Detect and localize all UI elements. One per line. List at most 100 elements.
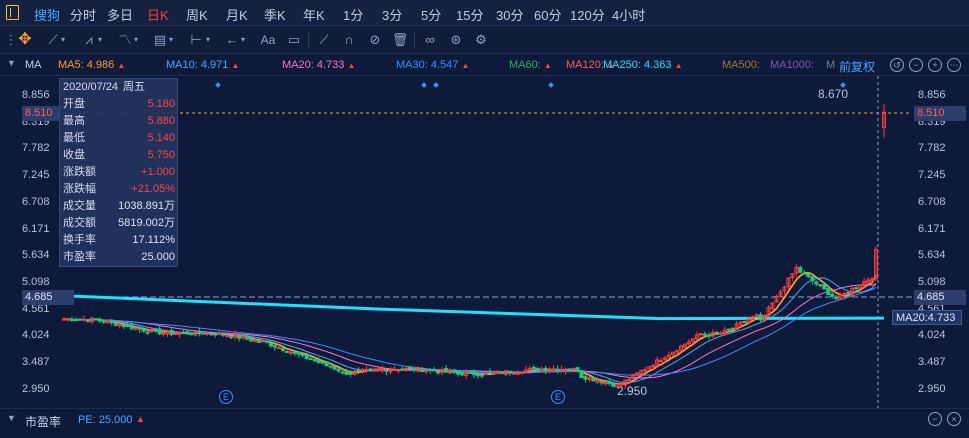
candle-body xyxy=(97,318,102,322)
event-dot xyxy=(433,82,439,88)
tab-120min[interactable]: 120分 xyxy=(570,5,605,24)
tab-timeshare[interactable]: 分时 xyxy=(70,5,96,24)
channel-dropdown-icon[interactable]: ▾ xyxy=(95,31,105,49)
candle-body xyxy=(499,371,504,375)
ma-value-8: MA1000: xyxy=(770,59,815,71)
candle-body xyxy=(213,333,218,336)
candle-body xyxy=(543,367,548,372)
hide-drawings-icon[interactable]: ⊘ xyxy=(366,31,384,49)
ohlc-info-panel: 2020/07/24 周五 开盘 5.180 最高 5.880 最低 5.140 收盘 5.7… xyxy=(59,78,178,267)
ruler-tool-icon[interactable]: ⟋ xyxy=(315,31,333,49)
ma-value-4: MA60: ▲ xyxy=(509,59,552,71)
range-dropdown-icon[interactable]: ▾ xyxy=(203,31,213,49)
info-key: 市盈率 xyxy=(63,251,96,263)
more-options-icon[interactable]: ⋯ xyxy=(947,58,961,72)
zoom-in-icon[interactable]: + xyxy=(928,58,942,72)
axis-tick-label: 5.098 xyxy=(22,275,50,288)
tab-5min[interactable]: 5分 xyxy=(421,5,441,24)
candle-body xyxy=(408,366,413,369)
tab-yearly-k[interactable]: 年K xyxy=(303,5,325,24)
tab-3min[interactable]: 3分 xyxy=(382,5,402,24)
tab-4hour[interactable]: 4小时 xyxy=(612,5,645,24)
axis-tick-label: 5.634 xyxy=(22,249,50,262)
adjust-mode-button[interactable]: 前复权 xyxy=(839,58,875,75)
tab-weekly-k[interactable]: 周K xyxy=(186,5,208,24)
candle-body xyxy=(157,328,162,335)
candle-body xyxy=(225,335,230,338)
candle-body xyxy=(201,332,206,335)
fibonacci-dropdown-icon[interactable]: ▾ xyxy=(166,31,176,49)
magnet-icon[interactable]: ∩ xyxy=(340,31,358,49)
indicator-name[interactable]: MA xyxy=(25,59,42,71)
candle-body xyxy=(109,321,114,324)
move-cursor-icon[interactable]: ✥ xyxy=(16,31,34,49)
sync-icon[interactable]: ⊛ xyxy=(447,31,465,49)
candle-body xyxy=(221,333,226,336)
settings-gear-icon[interactable]: ⚙ xyxy=(472,31,490,49)
candlestick-series xyxy=(62,104,886,389)
candle-body xyxy=(806,273,811,278)
candle-body xyxy=(511,372,516,375)
comment-tool-icon[interactable]: ▭ xyxy=(285,31,303,49)
zoom-out-icon[interactable]: − xyxy=(909,58,923,72)
info-row: 换手率 17.112% xyxy=(63,232,175,249)
collapse-chevron-icon[interactable]: ▼ xyxy=(7,58,16,68)
candle-body xyxy=(288,351,293,354)
candle-body xyxy=(400,368,405,371)
reset-icon[interactable]: ↺ xyxy=(890,58,904,72)
candle-body xyxy=(141,329,146,332)
collapse-chevron-icon[interactable]: ▼ xyxy=(7,413,16,423)
panel-toggle-icon[interactable] xyxy=(6,5,19,20)
candle-body xyxy=(714,331,719,334)
pe-indicator-name[interactable]: 市盈率 xyxy=(25,413,61,430)
candle-body xyxy=(507,370,512,374)
tab-monthly-k[interactable]: 月K xyxy=(226,5,248,24)
candle-body xyxy=(436,371,441,374)
candle-body xyxy=(332,366,337,370)
candle-body xyxy=(169,329,174,335)
axis-tick-label: 2.950 xyxy=(22,382,50,395)
tab-1min[interactable]: 1分 xyxy=(343,5,363,24)
candle-body xyxy=(344,371,349,375)
axis-tick-label: 6.171 xyxy=(918,222,946,235)
text-tool-icon[interactable]: Aa xyxy=(259,31,277,49)
candle-body xyxy=(316,359,321,364)
info-key: 换手率 xyxy=(63,234,96,246)
zoom-out-icon[interactable]: − xyxy=(928,412,942,426)
tab-quarterly-k[interactable]: 季K xyxy=(264,5,286,24)
tab-daily-k[interactable]: 日K xyxy=(147,5,169,24)
delete-icon[interactable]: 🗑 xyxy=(391,31,409,49)
candle-body xyxy=(145,331,150,334)
line-dropdown-icon[interactable]: ▾ xyxy=(58,31,68,49)
info-value: 1038.891万 xyxy=(118,200,175,212)
brand-label[interactable]: 搜狗 xyxy=(34,5,60,24)
candle-body xyxy=(85,319,90,322)
tab-15min[interactable]: 15分 xyxy=(456,5,483,24)
tab-60min[interactable]: 60分 xyxy=(534,5,561,24)
axis-tick-label: 4.024 xyxy=(918,329,946,342)
kline-chart-area[interactable]: 8.856 8.319 7.782 7.245 6.708 6.171 5.634 5.098… xyxy=(0,76,969,408)
candle-body xyxy=(563,369,568,372)
event-marker-icon[interactable]: E xyxy=(219,390,233,404)
candle-body xyxy=(392,368,397,371)
candle-body xyxy=(189,332,194,335)
ma-trend-arrow: ▲ xyxy=(347,61,356,70)
event-marker-icon[interactable]: E xyxy=(551,390,565,404)
candle-body xyxy=(479,374,484,377)
compare-icon[interactable]: ∞ xyxy=(421,31,439,49)
arrow-dropdown-icon[interactable]: ▾ xyxy=(238,31,248,49)
close-icon[interactable]: × xyxy=(947,412,961,426)
candle-body xyxy=(65,318,70,321)
candle-body xyxy=(181,331,186,334)
candle-body xyxy=(296,351,301,355)
info-value: 17.112% xyxy=(132,234,175,246)
pe-indicator-bar: ▼ 市盈率 PE: 25.000 ▲ − × xyxy=(0,408,969,430)
candle-body xyxy=(798,267,803,273)
tab-multi-day[interactable]: 多日 xyxy=(107,5,133,24)
candle-body xyxy=(328,365,333,368)
candle-body xyxy=(308,358,313,361)
wave-dropdown-icon[interactable]: ▾ xyxy=(131,31,141,49)
tab-30min[interactable]: 30分 xyxy=(496,5,523,24)
info-row: 最高 5.880 xyxy=(63,113,175,130)
candle-body xyxy=(229,336,234,339)
